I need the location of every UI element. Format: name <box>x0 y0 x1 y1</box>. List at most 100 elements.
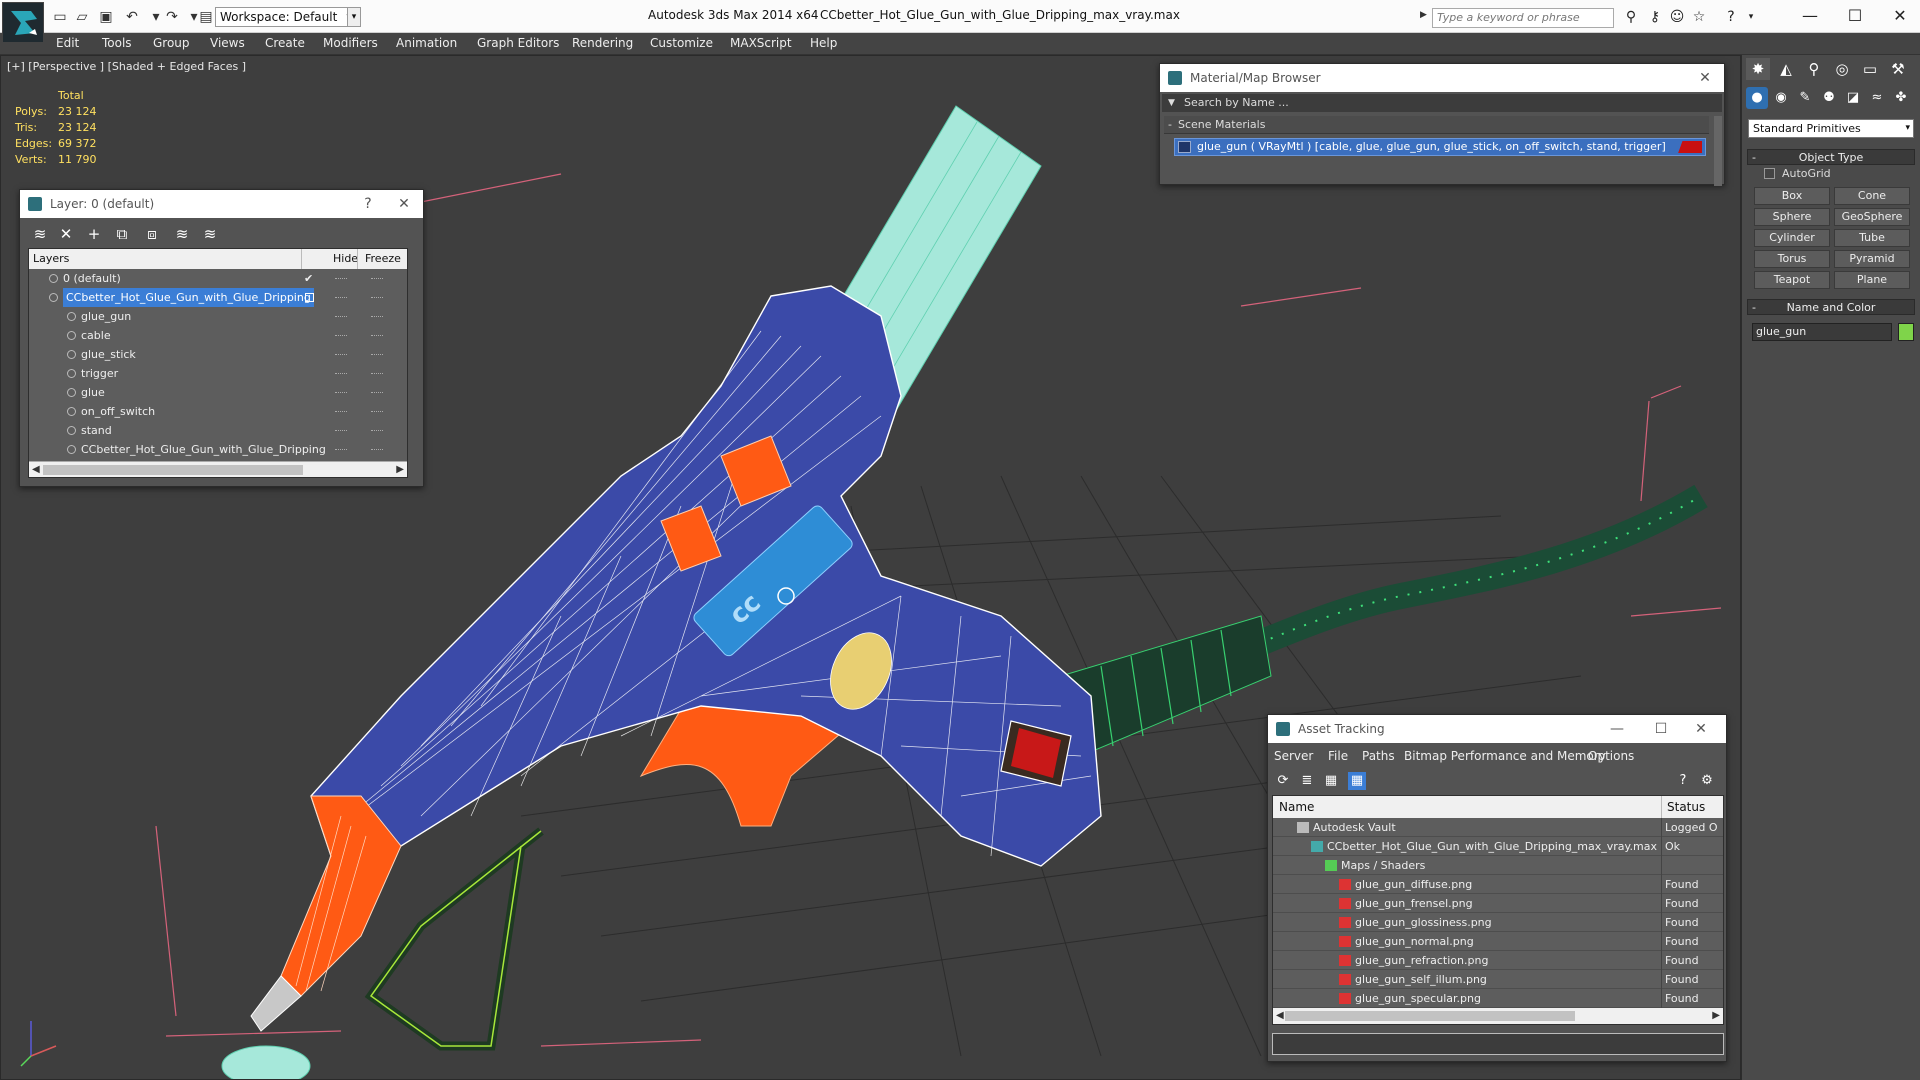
material-browser-scrollbar[interactable] <box>1714 116 1722 186</box>
layer-row[interactable]: CCbetter_Hot_Glue_Gun_with_Glue_Dripping <box>29 288 407 307</box>
column-layers[interactable]: Layers <box>33 252 69 265</box>
select-objects-icon[interactable]: ⧉ <box>112 224 132 244</box>
menu-modifiers[interactable]: Modifiers <box>323 36 378 50</box>
help-icon[interactable]: ? <box>1720 8 1742 26</box>
hide-toggle[interactable] <box>335 297 347 298</box>
delete-layer-icon[interactable]: ✕ <box>56 224 76 244</box>
material-search-input[interactable]: ▼ Search by Name ... <box>1162 94 1722 112</box>
cameras-icon[interactable]: ⚉ <box>1818 87 1840 109</box>
scroll-right-icon[interactable]: ▶ <box>396 462 404 478</box>
workspace-menu-button[interactable]: ▾ <box>347 7 361 27</box>
asset-row[interactable]: Autodesk Vault Logged O <box>1273 818 1723 837</box>
layer-help-button[interactable]: ? <box>353 190 383 218</box>
column-name[interactable]: Name <box>1279 800 1314 814</box>
hide-toggle[interactable] <box>335 373 347 374</box>
hide-toggle[interactable] <box>335 411 347 412</box>
app-logo-icon[interactable] <box>2 2 44 43</box>
asset-close-button[interactable]: ✕ <box>1686 715 1716 743</box>
workspace-select[interactable]: Workspace: Default▾ <box>215 7 355 27</box>
key-icon[interactable]: ⚷ <box>1644 8 1666 26</box>
freeze-toggle[interactable] <box>371 392 383 393</box>
menu-maxscript[interactable]: MAXScript <box>730 36 792 50</box>
hide-toggle[interactable] <box>335 430 347 431</box>
asset-menu-bitmap[interactable]: Bitmap Performance and Memory <box>1404 749 1606 763</box>
primitive-cylinder-button[interactable]: Cylinder <box>1754 229 1830 247</box>
column-status[interactable]: Status <box>1667 800 1705 814</box>
hide-toggle[interactable] <box>335 392 347 393</box>
asset-row[interactable]: glue_gun_glossiness.png Found <box>1273 913 1723 932</box>
layer-row[interactable]: trigger <box>29 364 407 383</box>
scene-materials-group[interactable]: - Scene Materials <box>1164 116 1709 134</box>
active-layer-check-icon[interactable]: ✔ <box>304 269 313 288</box>
layers-icon[interactable]: ≋ <box>30 224 50 244</box>
menu-customize[interactable]: Customize <box>650 36 713 50</box>
highlight-layer-icon[interactable]: ⧈ <box>142 224 162 244</box>
maximize-button[interactable]: ☐ <box>1835 4 1875 28</box>
asset-minimize-button[interactable]: — <box>1602 715 1632 743</box>
create-tab-icon[interactable]: ✸ <box>1746 58 1770 80</box>
asset-row[interactable]: glue_gun_self_illum.png Found <box>1273 970 1723 989</box>
primitive-pyramid-button[interactable]: Pyramid <box>1834 250 1910 268</box>
project-folder-icon[interactable]: ▤ <box>196 8 216 26</box>
object-name-input[interactable]: glue_gun <box>1752 323 1892 341</box>
scroll-thumb[interactable] <box>1285 1011 1575 1021</box>
asset-row[interactable]: CCbetter_Hot_Glue_Gun_with_Glue_Dripping… <box>1273 837 1723 856</box>
scroll-left-icon[interactable]: ◀ <box>32 462 40 478</box>
layer-row[interactable]: 0 (default) ✔ <box>29 269 407 288</box>
layer-hscrollbar[interactable]: ◀ ▶ <box>29 461 407 477</box>
freeze-toggle[interactable] <box>371 373 383 374</box>
motion-tab-icon[interactable]: ◎ <box>1830 58 1854 80</box>
asset-menu-paths[interactable]: Paths <box>1362 749 1395 763</box>
menu-views[interactable]: Views <box>210 36 245 50</box>
primitive-type-select[interactable]: Standard Primitives ▾ <box>1748 119 1914 138</box>
menu-help[interactable]: Help <box>810 36 837 50</box>
freeze-toggle[interactable] <box>371 297 383 298</box>
menu-rendering[interactable]: Rendering <box>572 36 633 50</box>
set-current-icon[interactable] <box>305 293 314 302</box>
layer-close-button[interactable]: ✕ <box>389 190 419 218</box>
hide-toggle[interactable] <box>335 316 347 317</box>
close-button[interactable]: ✕ <box>1880 4 1920 28</box>
settings-icon[interactable]: ⚙ <box>1698 772 1716 790</box>
freeze-toggle[interactable] <box>371 354 383 355</box>
primitive-sphere-button[interactable]: Sphere <box>1754 208 1830 226</box>
menu-tools[interactable]: Tools <box>102 36 132 50</box>
column-freeze[interactable]: Freeze <box>365 252 401 265</box>
asset-row[interactable]: glue_gun_normal.png Found <box>1273 932 1723 951</box>
redo-icon[interactable]: ↷ <box>162 8 182 26</box>
asset-row[interactable]: Maps / Shaders <box>1273 856 1723 875</box>
person-icon[interactable]: ☺ <box>1666 8 1688 26</box>
primitive-cone-button[interactable]: Cone <box>1834 187 1910 205</box>
layer-row[interactable]: cable <box>29 326 407 345</box>
layer-row[interactable]: stand <box>29 421 407 440</box>
thumbnail-view-icon[interactable]: ▦ <box>1322 772 1340 790</box>
freeze-toggle[interactable] <box>371 449 383 450</box>
lights-icon[interactable]: ✎ <box>1794 87 1816 109</box>
object-type-rollout[interactable]: - Object Type <box>1747 149 1915 165</box>
asset-tracking-titlebar[interactable]: Asset Tracking — ☐ ✕ <box>1268 715 1726 743</box>
hide-toggle[interactable] <box>335 354 347 355</box>
layer-row[interactable]: glue_gun <box>29 307 407 326</box>
primitive-tube-button[interactable]: Tube <box>1834 229 1910 247</box>
layer-row[interactable]: glue_stick <box>29 345 407 364</box>
help-icon[interactable]: ? <box>1674 772 1692 790</box>
add-layer-icon[interactable]: + <box>84 224 104 244</box>
autogrid-checkbox[interactable]: AutoGrid <box>1764 167 1831 180</box>
save-file-icon[interactable]: ▣ <box>96 8 116 26</box>
scroll-left-icon[interactable]: ◀ <box>1276 1008 1284 1024</box>
scroll-thumb[interactable] <box>43 465 303 475</box>
geometry-icon[interactable]: ● <box>1746 87 1768 109</box>
menu-animation[interactable]: Animation <box>396 36 457 50</box>
freeze-toggle[interactable] <box>371 411 383 412</box>
asset-menu-server[interactable]: Server <box>1274 749 1313 763</box>
hide-toggle[interactable] <box>335 335 347 336</box>
asset-row[interactable]: glue_gun_frensel.png Found <box>1273 894 1723 913</box>
hide-toggle[interactable] <box>335 449 347 450</box>
hide-toggle[interactable] <box>335 278 347 279</box>
freeze-toggle[interactable] <box>371 278 383 279</box>
viewport-label[interactable]: [+] [Perspective ] [Shaded + Edged Faces… <box>7 60 246 73</box>
display-tab-icon[interactable]: ▭ <box>1858 58 1882 80</box>
search-input[interactable]: Type a keyword or phrase <box>1432 8 1614 28</box>
hide-all-icon[interactable]: ≋ <box>172 224 192 244</box>
freeze-toggle[interactable] <box>371 335 383 336</box>
